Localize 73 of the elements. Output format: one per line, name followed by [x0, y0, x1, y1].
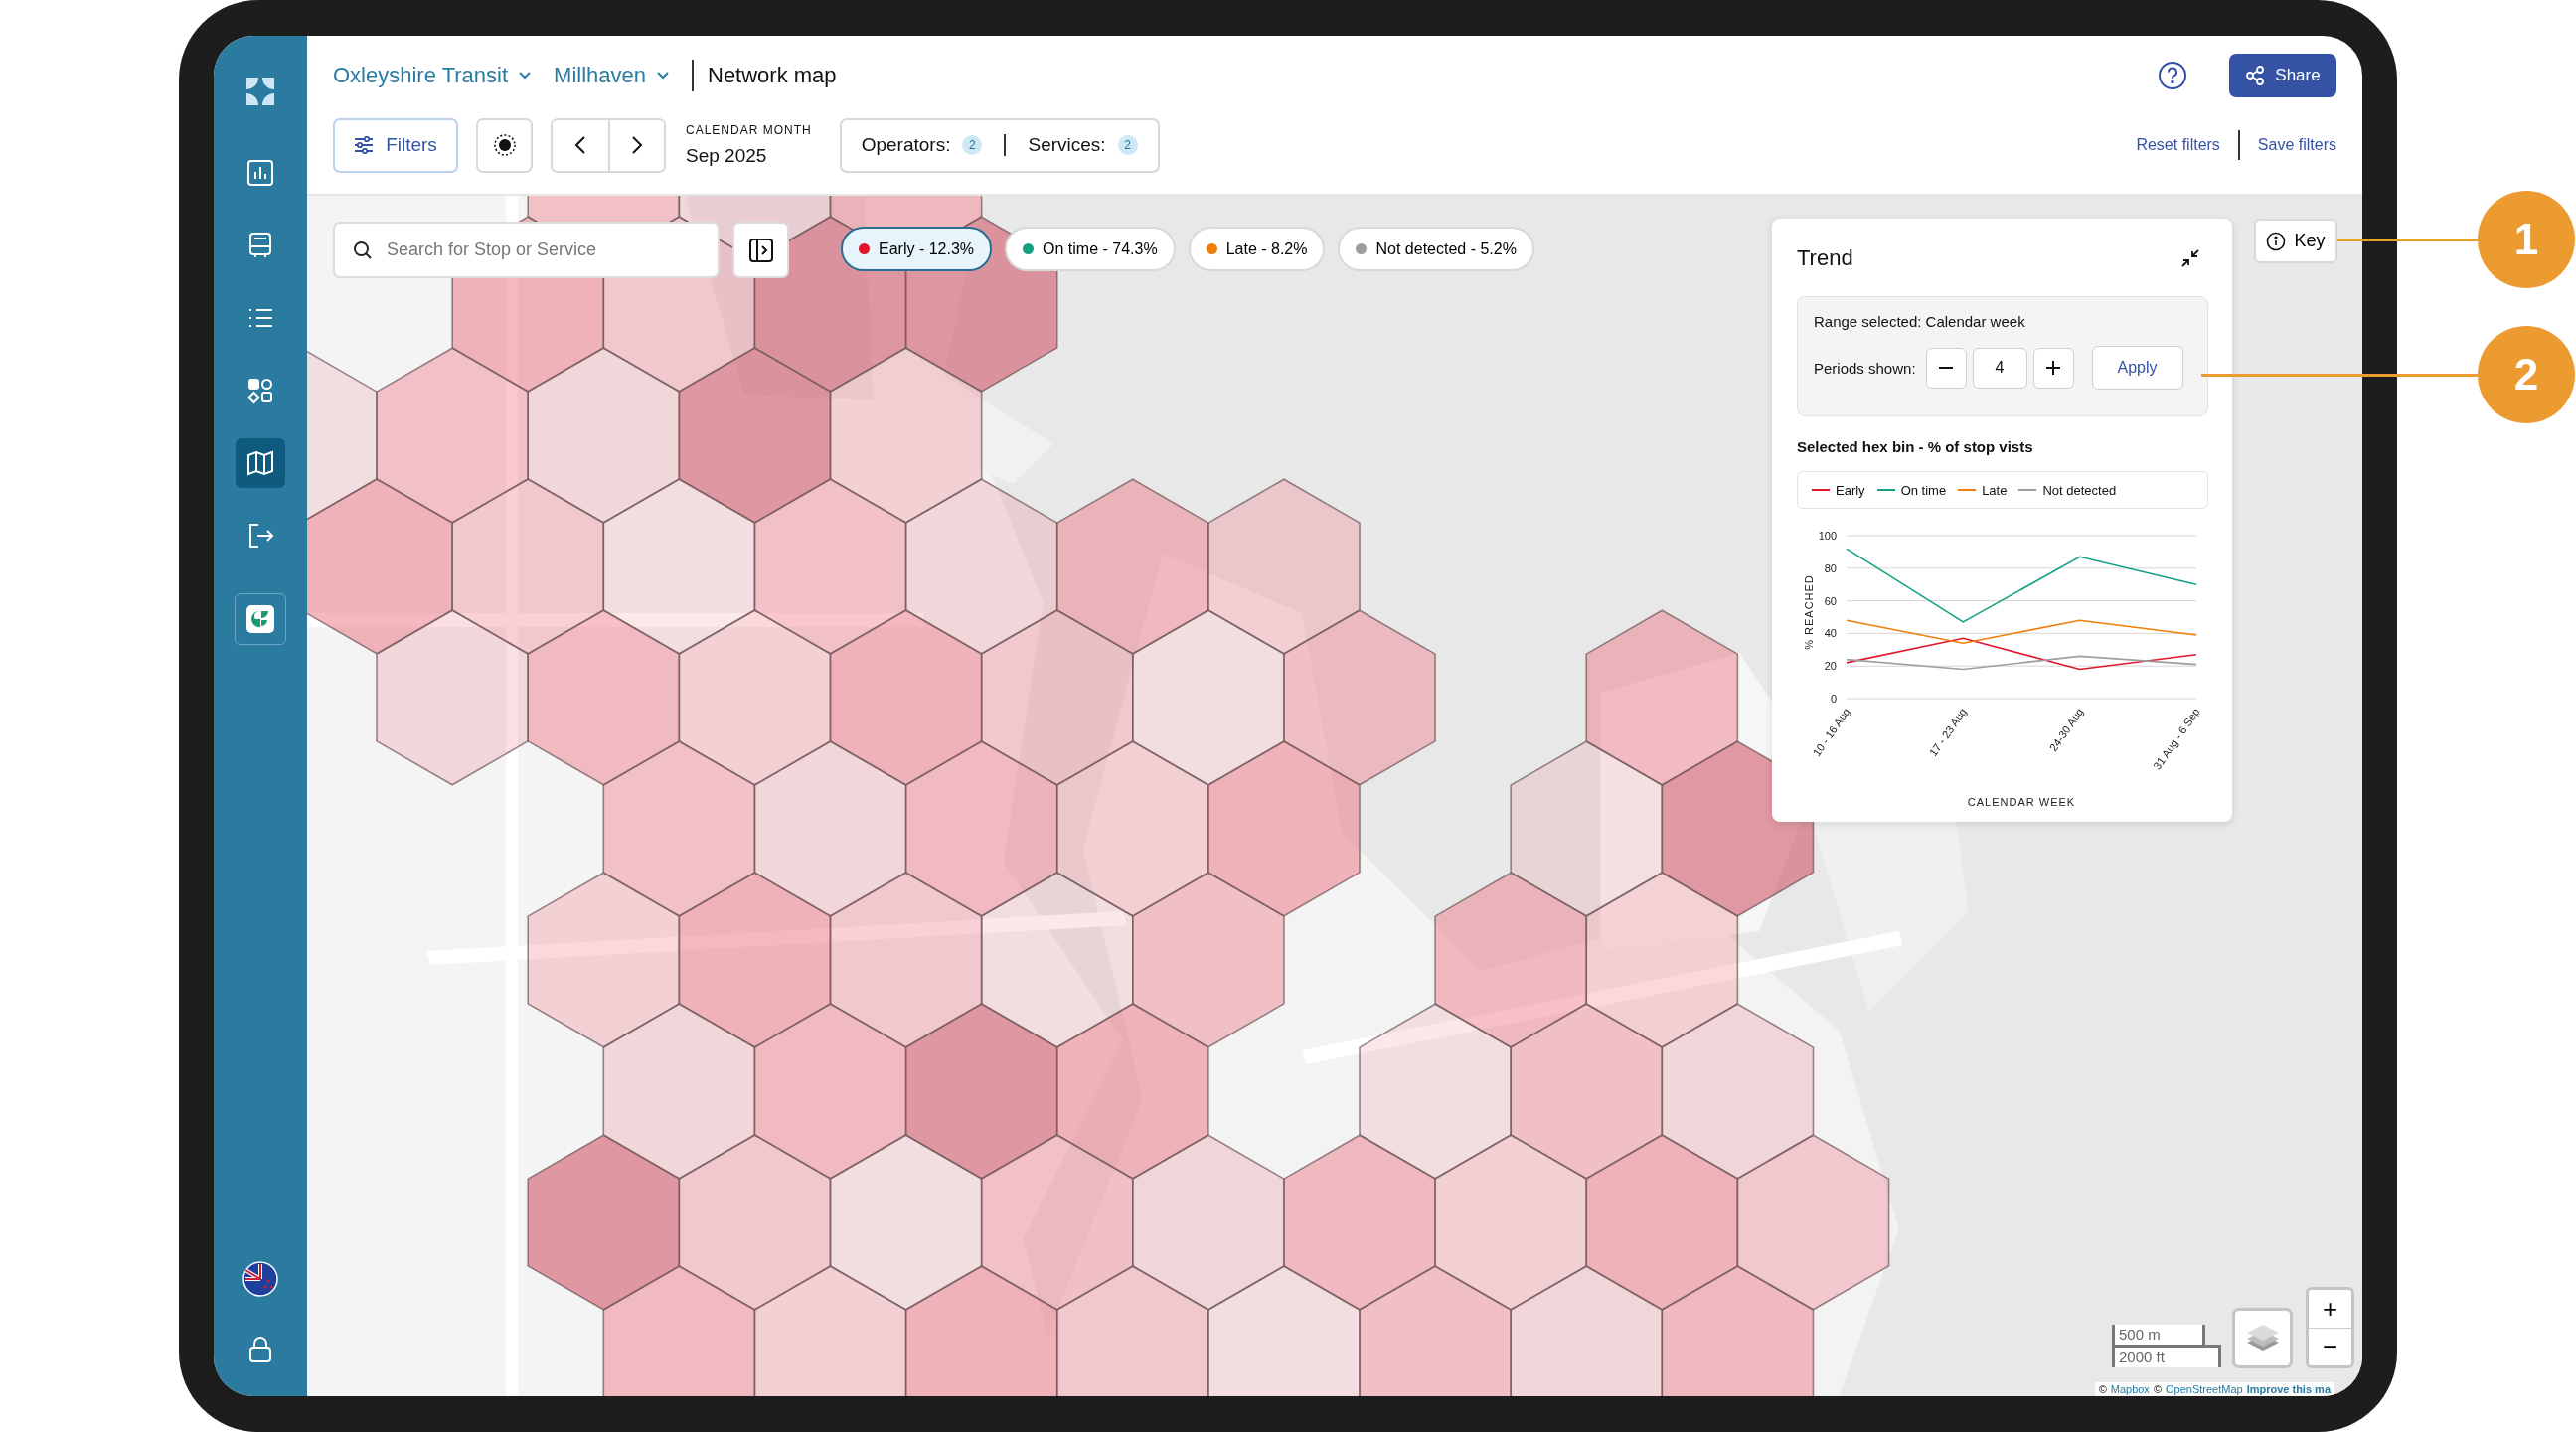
step-marker: 2: [2478, 326, 2575, 423]
panel-toggle-button[interactable]: [732, 222, 789, 278]
scale-bar: 500 m: [2112, 1325, 2205, 1345]
number-field[interactable]: 4: [1972, 347, 2027, 389]
sliders-icon: [354, 136, 375, 154]
periods-label: Periods shown:: [1814, 359, 1916, 377]
filter-link[interactable]: Reset filters: [2136, 136, 2220, 154]
share-button[interactable]: Share: [2229, 54, 2336, 97]
bar-chart-icon: [245, 158, 275, 188]
range-text: Range selected: Calendar week: [1814, 313, 2026, 330]
legend-label: Early: [1836, 482, 1865, 498]
sidebar-item[interactable]: [236, 438, 285, 488]
page-title: Network map: [708, 63, 837, 88]
key-button[interactable]: Key: [2254, 219, 2337, 263]
legend-chip[interactable]: On time - 74.3%: [1005, 227, 1176, 271]
panel-title: Trend: [1797, 245, 1853, 271]
flag-icon[interactable]: [242, 1261, 278, 1297]
copyright-sign: ©: [2153, 1383, 2162, 1395]
attribution-link[interactable]: OpenStreetMap: [2166, 1383, 2243, 1395]
filters-button[interactable]: Filters: [333, 117, 458, 173]
app-logo-icon: [246, 605, 274, 633]
legend-chip[interactable]: Late - 8.2%: [1188, 227, 1326, 271]
breadcrumb-dropdown[interactable]: Oxleyshire Transit: [333, 63, 533, 88]
count-badge: 2: [962, 135, 983, 155]
legend-label: On time: [1900, 482, 1947, 498]
collapse-icon[interactable]: [2180, 248, 2200, 268]
legend-label: Not detected: [2042, 482, 2117, 498]
y-tick-label: 20: [1824, 660, 1837, 673]
period-value: Sep 2025: [686, 145, 768, 167]
apply-button[interactable]: Apply: [2091, 346, 2183, 390]
chevron-left-icon: [574, 135, 586, 155]
brightness-button[interactable]: [476, 117, 533, 173]
sun-icon: [492, 133, 517, 157]
filter-summary[interactable]: Operators: 2 Services: 2: [839, 117, 1160, 173]
y-tick-label: 0: [1830, 693, 1837, 705]
legend-chip[interactable]: Early - 12.3%: [841, 227, 993, 271]
plus-icon: [2046, 361, 2061, 375]
legend-chip[interactable]: Not detected - 5.2%: [1338, 227, 1534, 271]
share-icon: [2245, 66, 2266, 85]
step-marker: 1: [2478, 191, 2575, 288]
attribution-link[interactable]: Mapbox: [2110, 1383, 2150, 1395]
zoom-out-button[interactable]: −: [2309, 1328, 2351, 1365]
y-axis-title: % REACHED: [1803, 574, 1815, 650]
chevron-right-icon: [631, 135, 643, 155]
filter-link[interactable]: Save filters: [2257, 136, 2336, 154]
info-icon: [2266, 231, 2287, 251]
count-label: Operators:: [861, 134, 951, 156]
shapes-icon: [245, 376, 275, 405]
y-tick-label: 80: [1824, 561, 1837, 574]
app-launcher-button[interactable]: [235, 593, 286, 645]
y-tick-label: 60: [1824, 594, 1837, 607]
scale-bar: 2000 ft: [2112, 1345, 2221, 1367]
legend-label: Late: [1982, 482, 2008, 498]
layers-button[interactable]: [2232, 1308, 2293, 1368]
map-icon: [245, 448, 275, 478]
caret-icon: [656, 71, 670, 80]
help-icon[interactable]: [2158, 61, 2187, 90]
chart-title: Selected hex bin - % of stop vists: [1797, 438, 2034, 455]
increment-button[interactable]: [2032, 347, 2074, 389]
count-badge: 2: [1117, 135, 1138, 155]
count-label: Services:: [1028, 134, 1106, 156]
breadcrumb-dropdown[interactable]: Millhaven: [554, 63, 670, 88]
search-field[interactable]: Search for Stop or Service: [333, 222, 720, 278]
minus-icon: [1939, 367, 1954, 369]
improve-map-link[interactable]: Improve this ma: [2246, 1383, 2331, 1395]
sidebar-expand-icon: [747, 237, 774, 263]
caret-icon: [518, 71, 533, 80]
y-tick-label: 100: [1818, 530, 1837, 542]
copyright-sign: ©: [2098, 1383, 2107, 1395]
period-label: CALENDAR MONTH: [686, 123, 812, 137]
search-icon: [353, 240, 373, 260]
y-tick-label: 40: [1824, 627, 1837, 640]
x-axis-title: CALENDAR WEEK: [1967, 796, 2076, 808]
